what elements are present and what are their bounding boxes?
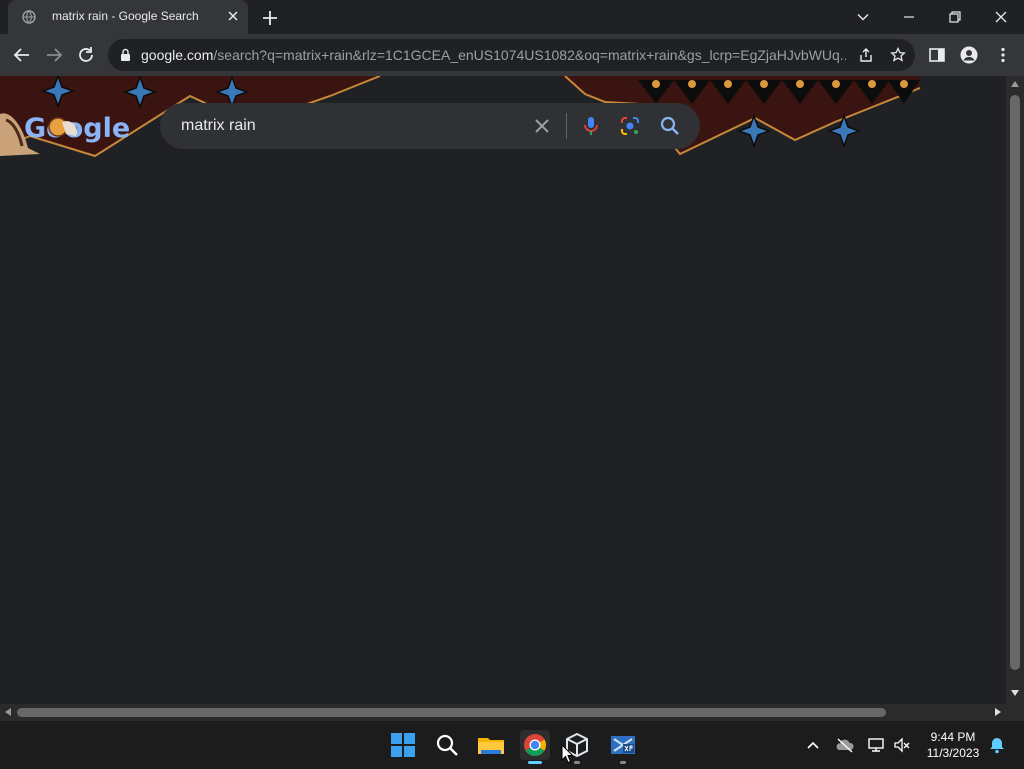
chrome-taskbar-button[interactable] xyxy=(520,730,550,760)
share-icon[interactable] xyxy=(858,47,874,63)
horizontal-scrollbar-thumb[interactable] xyxy=(17,708,886,717)
clear-icon[interactable] xyxy=(531,115,553,137)
chevron-up-icon[interactable] xyxy=(803,735,823,755)
system-clock[interactable]: 9:44 PM 11/3/2023 xyxy=(918,729,988,761)
clock-date: 11/3/2023 xyxy=(926,746,980,760)
reload-icon[interactable] xyxy=(75,44,97,66)
new-tab-icon[interactable] xyxy=(261,9,279,27)
clock-time: 9:44 PM xyxy=(930,730,976,744)
side-panel-icon[interactable] xyxy=(928,46,946,64)
address-bar[interactable]: google.com/search?q=matrix+rain&rlz=1C1G… xyxy=(108,39,915,71)
search-divider xyxy=(566,113,567,139)
google-doodle[interactable]: Google xyxy=(0,76,1006,236)
scroll-up-arrow-icon[interactable] xyxy=(1011,81,1019,87)
scroll-left-arrow-icon[interactable] xyxy=(5,708,11,716)
restore-icon xyxy=(949,11,961,23)
search-icon[interactable] xyxy=(659,115,681,137)
volume-muted-icon[interactable] xyxy=(892,735,912,755)
doodle-logo-text: Google xyxy=(24,113,130,144)
page-content: Google matrix rain xyxy=(0,76,1006,704)
search-box[interactable]: matrix rain xyxy=(160,103,700,149)
url-host: google.com xyxy=(141,47,214,63)
globe-icon xyxy=(22,10,36,24)
url-text[interactable]: google.com/search?q=matrix+rain&rlz=1C1G… xyxy=(141,47,846,63)
bookmark-star-icon[interactable] xyxy=(890,47,906,63)
windows-start-icon[interactable] xyxy=(388,730,418,760)
forward-arrow-icon[interactable] xyxy=(43,44,65,66)
tab-title: matrix rain - Google Search xyxy=(52,9,199,23)
notification-bell-icon[interactable] xyxy=(987,735,1007,755)
scrollbar-corner xyxy=(1006,704,1024,720)
windows-taskbar: 9:44 PM 11/3/2023 xyxy=(0,720,1024,769)
virtualbox-indicator xyxy=(574,761,580,764)
search-query-text[interactable]: matrix rain xyxy=(181,117,256,135)
browser-tab[interactable]: matrix rain - Google Search xyxy=(8,0,248,34)
profile-avatar-icon[interactable] xyxy=(960,46,978,64)
google-lens-icon[interactable] xyxy=(619,115,641,137)
chrome-icon xyxy=(524,734,546,756)
mouse-cursor-icon xyxy=(561,744,573,764)
vertical-scrollbar-thumb[interactable] xyxy=(1010,95,1020,670)
chrome-active-indicator xyxy=(528,761,542,764)
chevron-down-icon xyxy=(857,14,869,21)
close-icon xyxy=(995,11,1007,23)
tab-search-button[interactable] xyxy=(840,0,886,34)
close-window-button[interactable] xyxy=(978,0,1024,34)
scroll-down-arrow-icon[interactable] xyxy=(1011,690,1019,696)
restore-button[interactable] xyxy=(932,0,978,34)
url-path: /search?q=matrix+rain&rlz=1C1GCEA_enUS10… xyxy=(213,47,846,63)
vm-xp-icon[interactable] xyxy=(608,730,638,760)
horizontal-scrollbar[interactable] xyxy=(0,704,1006,720)
onedrive-offline-icon[interactable] xyxy=(835,735,855,755)
lock-icon[interactable] xyxy=(120,48,131,62)
back-arrow-icon[interactable] xyxy=(11,44,33,66)
tab-strip: matrix rain - Google Search xyxy=(0,0,1024,34)
close-tab-icon[interactable] xyxy=(226,9,240,23)
minimize-button[interactable] xyxy=(886,0,932,34)
menu-dots-icon[interactable] xyxy=(994,46,1012,64)
browser-toolbar: google.com/search?q=matrix+rain&rlz=1C1G… xyxy=(0,34,1024,76)
search-icon[interactable] xyxy=(432,730,462,760)
microphone-icon[interactable] xyxy=(580,115,602,137)
vertical-scrollbar[interactable] xyxy=(1006,76,1024,704)
minimize-icon xyxy=(904,16,914,18)
vm-xp-indicator xyxy=(620,761,626,764)
file-explorer-icon[interactable] xyxy=(476,730,506,760)
scroll-right-arrow-icon[interactable] xyxy=(995,708,1001,716)
network-icon[interactable] xyxy=(866,735,886,755)
